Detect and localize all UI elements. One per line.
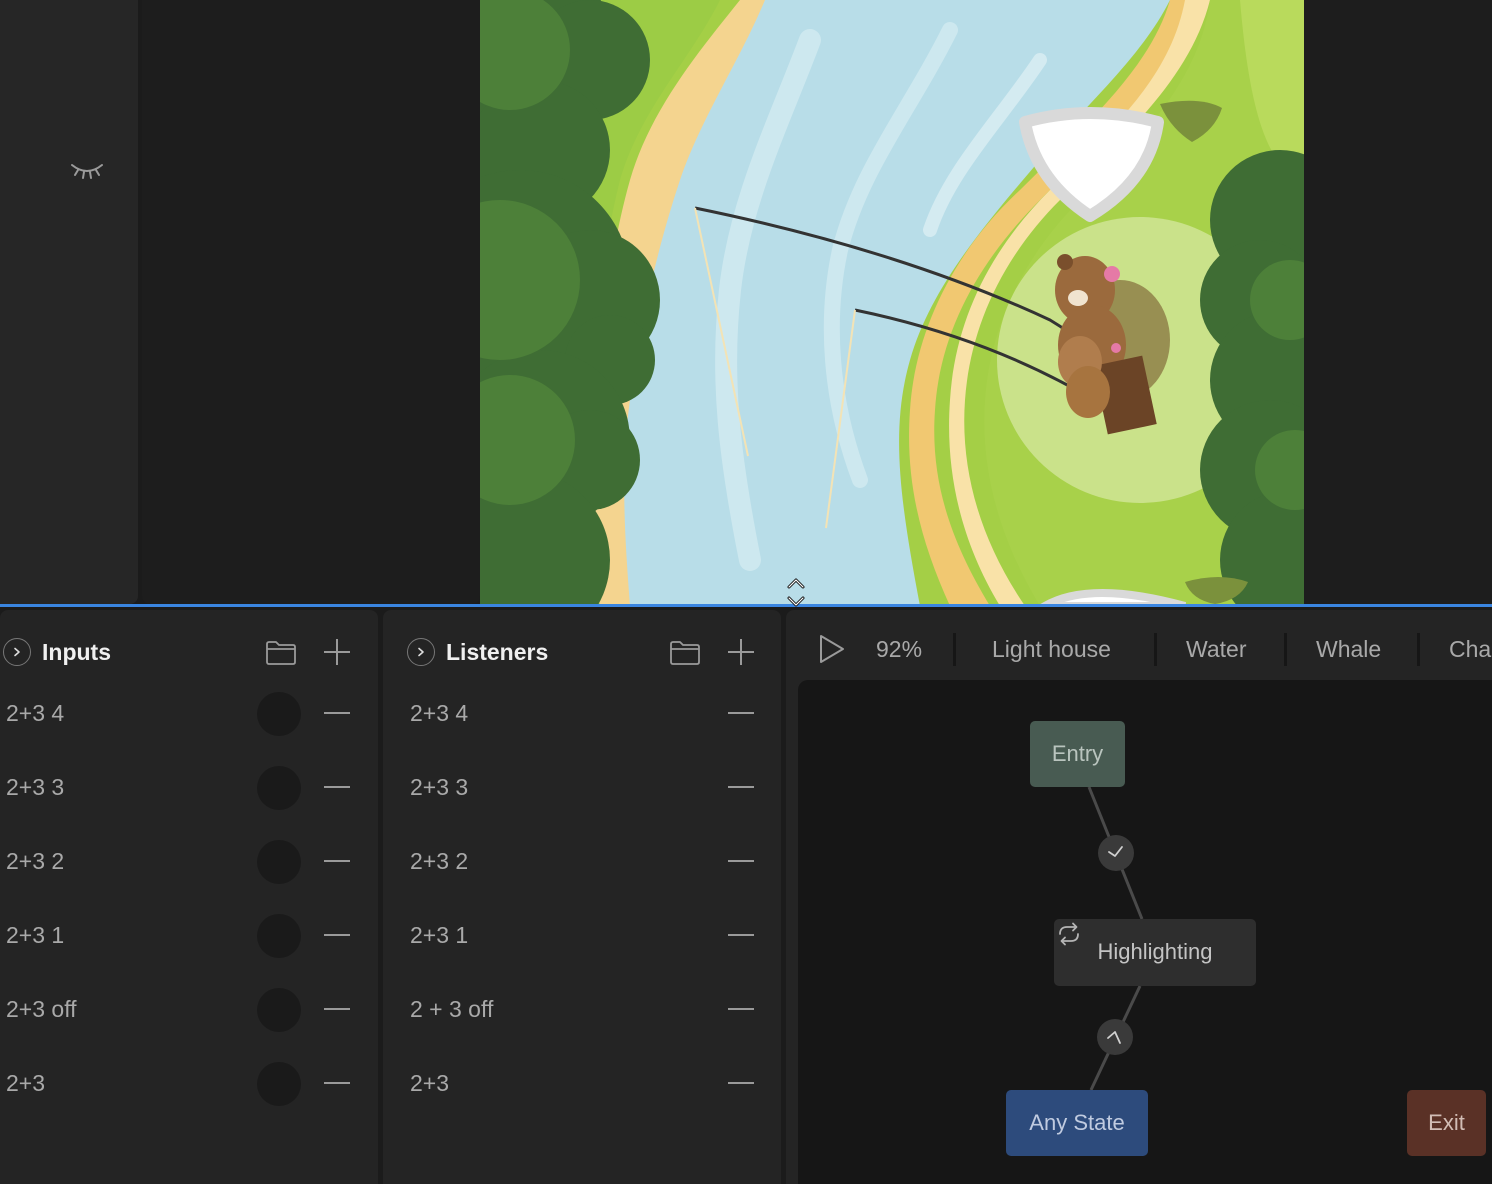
exit-label: Exit: [1428, 1110, 1465, 1135]
listener-label: 2+3 2: [410, 848, 469, 874]
state-machine-toolbar: 92% Light house Water Whale Cha: [786, 626, 1492, 672]
minus-icon[interactable]: [728, 1008, 754, 1010]
listener-label: 2+3 4: [410, 700, 469, 726]
minus-icon[interactable]: [324, 1082, 350, 1084]
minus-icon[interactable]: [728, 1082, 754, 1084]
minus-icon[interactable]: [728, 860, 754, 862]
highlighting-state[interactable]: Highlighting: [1054, 919, 1256, 986]
exit-state[interactable]: Exit: [1407, 1090, 1486, 1156]
input-label: 2+3 3: [6, 774, 65, 800]
listener-label: 2+3: [410, 1070, 450, 1096]
input-toggle[interactable]: [257, 766, 301, 810]
listeners-expand-button[interactable]: [407, 638, 435, 666]
listener-row[interactable]: 2+3 1: [383, 919, 781, 993]
listener-label: 2+3 1: [410, 922, 469, 948]
play-icon[interactable]: [814, 632, 848, 666]
artboard-preview[interactable]: [480, 0, 1304, 606]
input-label: 2+3 off: [6, 996, 77, 1022]
minus-icon[interactable]: [324, 712, 350, 714]
entry-state[interactable]: Entry: [1030, 721, 1125, 787]
resize-icon[interactable]: [784, 572, 808, 612]
input-toggle[interactable]: [257, 1062, 301, 1106]
tab-separator: [1154, 633, 1157, 666]
input-label: 2+3 4: [6, 700, 65, 726]
hierarchy-panel: [142, 0, 480, 604]
input-label: 2+3 2: [6, 848, 65, 874]
minus-icon[interactable]: [324, 860, 350, 862]
input-toggle[interactable]: [257, 692, 301, 736]
input-row[interactable]: 2+3 4: [0, 692, 378, 771]
listeners-panel: Listeners 2+3 4 2+3 3 2+3 2 2+3 1 2 + 3 …: [383, 610, 781, 1184]
input-toggle[interactable]: [257, 840, 301, 884]
tab-separator: [1284, 633, 1287, 666]
minus-icon[interactable]: [728, 786, 754, 788]
input-row[interactable]: 2+3 3: [0, 766, 378, 845]
transition-arrow-icon: [1107, 1031, 1121, 1044]
input-toggle[interactable]: [257, 988, 301, 1032]
chevron-right-icon: [14, 647, 20, 657]
plus-icon[interactable]: [321, 636, 353, 668]
inputs-title: Inputs: [42, 639, 111, 665]
inputs-expand-button[interactable]: [3, 638, 31, 666]
loop-icon: [1059, 922, 1079, 946]
input-row[interactable]: 2+3 2: [0, 840, 378, 919]
any-state-label: Any State: [1029, 1110, 1125, 1135]
any-state[interactable]: Any State: [1006, 1090, 1148, 1156]
entry-label: Entry: [1051, 741, 1104, 766]
listener-row[interactable]: 2+3 2: [383, 845, 781, 919]
tab-separator: [953, 633, 956, 666]
folder-icon[interactable]: [265, 636, 297, 668]
tab-water[interactable]: Water: [1186, 634, 1247, 664]
tab-whale[interactable]: Whale: [1316, 634, 1381, 664]
panel-divider[interactable]: [0, 604, 1492, 607]
left-sidebar: [0, 0, 138, 604]
listener-label: 2 + 3 off: [410, 996, 494, 1022]
inputs-header: Inputs: [0, 628, 378, 674]
canvas-background: [1304, 0, 1492, 604]
listener-row[interactable]: 2+3 4: [383, 697, 781, 771]
minus-icon[interactable]: [324, 934, 350, 936]
tab-separator: [1417, 633, 1420, 666]
listeners-title: Listeners: [446, 639, 549, 665]
inputs-panel: Inputs 2+3 4 2+3 3 2+3 2 2+3 1 2+3 off 2…: [0, 610, 378, 1184]
highlighting-label: Highlighting: [1097, 939, 1213, 964]
tab-cha[interactable]: Cha: [1449, 634, 1491, 664]
transition-anystate-highlighting[interactable]: [1097, 1019, 1133, 1055]
minus-icon[interactable]: [728, 934, 754, 936]
listener-row[interactable]: 2 + 3 off: [383, 993, 781, 1067]
plus-icon[interactable]: [725, 636, 757, 668]
transition-arrow-icon: [1108, 846, 1123, 857]
state-machine-panel: 92% Light house Water Whale Cha Entry Hi…: [786, 610, 1492, 1184]
fishing-bears-illustration: [480, 0, 1304, 606]
tab-light-house[interactable]: Light house: [992, 634, 1111, 664]
zoom-level[interactable]: 92%: [876, 634, 922, 664]
input-row[interactable]: 2+3 1: [0, 914, 378, 993]
folder-icon[interactable]: [669, 636, 701, 668]
listener-label: 2+3 3: [410, 774, 469, 800]
input-toggle[interactable]: [257, 914, 301, 958]
state-graph[interactable]: Entry Highlighting Any State Exit: [798, 680, 1492, 1184]
input-label: 2+3 1: [6, 922, 65, 948]
input-row[interactable]: 2+3: [0, 1062, 378, 1141]
minus-icon[interactable]: [324, 1008, 350, 1010]
chevron-right-icon: [418, 647, 424, 657]
minus-icon[interactable]: [324, 786, 350, 788]
transition-entry-highlighting[interactable]: [1098, 835, 1134, 871]
eye-closed-icon[interactable]: [69, 157, 105, 181]
input-row[interactable]: 2+3 off: [0, 988, 378, 1067]
listener-row[interactable]: 2+3: [383, 1067, 781, 1141]
listeners-header: Listeners: [383, 628, 781, 674]
listener-row[interactable]: 2+3 3: [383, 771, 781, 845]
minus-icon[interactable]: [728, 712, 754, 714]
input-label: 2+3: [6, 1070, 46, 1096]
